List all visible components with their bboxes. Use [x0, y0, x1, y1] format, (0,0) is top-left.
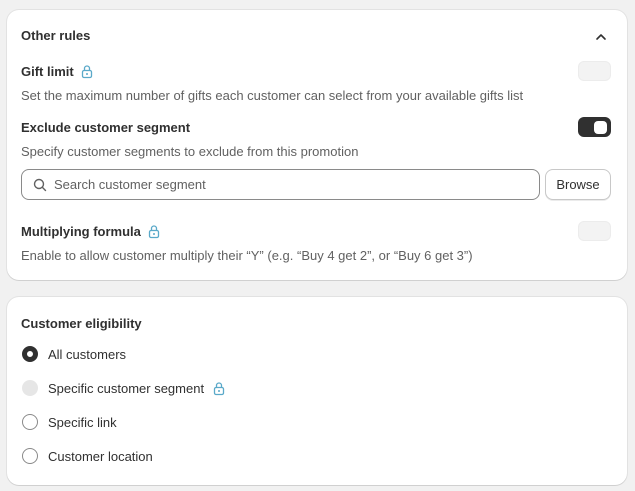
lock-icon	[213, 381, 225, 395]
eligibility-option-label: Specific link	[48, 414, 117, 430]
browse-button[interactable]: Browse	[545, 169, 611, 200]
exclude-segment-label: Exclude customer segment	[21, 120, 191, 135]
multiplying-formula-row: Multiplying formula	[21, 224, 161, 239]
search-icon	[33, 178, 47, 191]
customer-eligibility-title: Customer eligibility	[21, 316, 142, 331]
lock-icon	[81, 65, 92, 79]
radio-all-customers[interactable]	[22, 346, 38, 362]
customer-eligibility-card: Customer eligibility All customers Speci…	[7, 297, 627, 485]
segment-search-field[interactable]	[21, 169, 540, 200]
exclude-segment-toggle[interactable]	[578, 117, 611, 137]
gift-limit-description: Set the maximum number of gifts each cus…	[21, 88, 524, 103]
eligibility-option-label: All customers	[48, 346, 127, 362]
gift-limit-row: Gift limit	[21, 64, 94, 79]
eligibility-option-all-customers[interactable]: All customers	[22, 346, 126, 362]
eligibility-option-customer-location[interactable]: Customer location	[22, 448, 153, 464]
chevron-up-icon	[596, 34, 606, 40]
lock-icon	[148, 225, 160, 239]
eligibility-option-label: Specific customer segment	[48, 380, 205, 396]
eligibility-option-specific-segment[interactable]: Specific customer segment	[22, 380, 226, 396]
gift-limit-label: Gift limit	[21, 64, 74, 79]
other-rules-title: Other rules	[21, 28, 91, 43]
exclude-segment-description: Specify customer segments to exclude fro…	[21, 144, 359, 159]
other-rules-card: Other rules Gift limit Set the maximum n…	[7, 10, 627, 280]
radio-specific-link[interactable]	[22, 414, 38, 430]
multiplying-formula-toggle[interactable]	[578, 221, 611, 241]
multiplying-formula-label: Multiplying formula	[21, 224, 141, 239]
segment-search-input[interactable]	[54, 170, 539, 199]
multiplying-formula-description: Enable to allow customer multiply their …	[21, 248, 473, 263]
gift-limit-toggle[interactable]	[578, 61, 611, 81]
eligibility-option-specific-link[interactable]: Specific link	[22, 414, 117, 430]
collapse-button[interactable]	[593, 29, 609, 45]
eligibility-option-label: Customer location	[48, 448, 153, 464]
radio-customer-location[interactable]	[22, 448, 38, 464]
radio-specific-segment[interactable]	[22, 380, 38, 396]
